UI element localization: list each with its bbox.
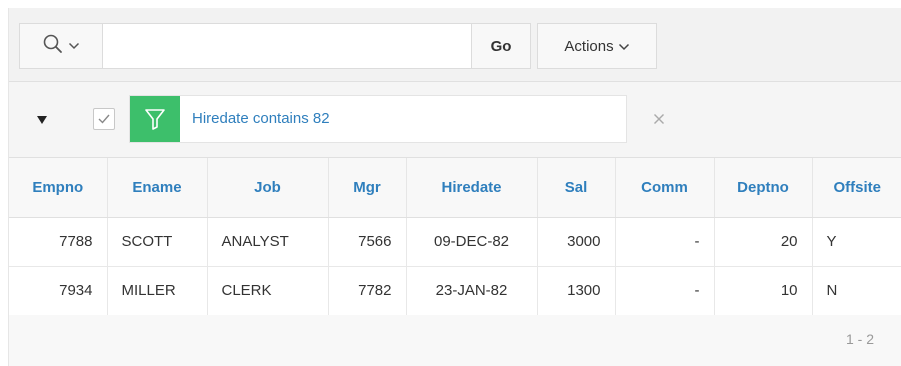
table-row: 7788 SCOTT ANALYST 7566 09-DEC-82 3000 -… bbox=[9, 217, 901, 267]
cell-hiredate: 23-JAN-82 bbox=[406, 266, 538, 316]
cell-deptno: 10 bbox=[714, 266, 813, 316]
filter-enable-checkbox[interactable] bbox=[93, 108, 115, 130]
column-header-offsite[interactable]: Offsite bbox=[812, 158, 901, 218]
collapse-toggle-icon[interactable] bbox=[35, 113, 49, 127]
filter-bar: Hiredate contains 82 bbox=[9, 82, 901, 158]
cell-empno: 7934 bbox=[9, 266, 108, 316]
column-header-ename[interactable]: Ename bbox=[107, 158, 208, 218]
cell-comm: - bbox=[615, 266, 715, 316]
chevron-down-icon bbox=[68, 37, 80, 55]
report-table: Empno Ename Job Mgr Hiredate Sal Comm De… bbox=[9, 158, 901, 316]
checkmark-icon bbox=[98, 114, 110, 124]
column-header-deptno[interactable]: Deptno bbox=[714, 158, 813, 218]
column-header-hiredate[interactable]: Hiredate bbox=[406, 158, 538, 218]
column-header-job[interactable]: Job bbox=[207, 158, 329, 218]
cell-job: CLERK bbox=[207, 266, 329, 316]
column-header-comm[interactable]: Comm bbox=[615, 158, 715, 218]
report-footer: 1 - 2 bbox=[9, 315, 901, 366]
column-header-mgr[interactable]: Mgr bbox=[328, 158, 407, 218]
cell-comm: - bbox=[615, 217, 715, 267]
interactive-report: Go Actions Hiredate contains 82 Empno En… bbox=[8, 8, 901, 366]
column-header-sal[interactable]: Sal bbox=[537, 158, 616, 218]
table-row: 7934 MILLER CLERK 7782 23-JAN-82 1300 - … bbox=[9, 266, 901, 316]
cell-offsite: Y bbox=[812, 217, 901, 267]
filter-label[interactable]: Hiredate contains 82 bbox=[192, 96, 330, 142]
cell-empno: 7788 bbox=[9, 217, 108, 267]
actions-menu-button[interactable]: Actions bbox=[537, 23, 657, 69]
cell-ename: SCOTT bbox=[107, 217, 208, 267]
cell-job: ANALYST bbox=[207, 217, 329, 267]
cell-sal: 3000 bbox=[537, 217, 616, 267]
column-header-empno[interactable]: Empno bbox=[9, 158, 108, 218]
go-button[interactable]: Go bbox=[471, 23, 531, 69]
filter-icon bbox=[130, 96, 180, 142]
filter-pill[interactable]: Hiredate contains 82 bbox=[129, 95, 627, 143]
cell-hiredate: 09-DEC-82 bbox=[406, 217, 538, 267]
cell-mgr: 7566 bbox=[328, 217, 407, 267]
cell-offsite: N bbox=[812, 266, 901, 316]
search-icon bbox=[42, 33, 64, 60]
cell-deptno: 20 bbox=[714, 217, 813, 267]
cell-mgr: 7782 bbox=[328, 266, 407, 316]
chevron-down-icon bbox=[618, 38, 630, 55]
cell-ename: MILLER bbox=[107, 266, 208, 316]
search-column-button[interactable] bbox=[19, 23, 103, 69]
actions-label: Actions bbox=[564, 37, 614, 55]
report-toolbar: Go Actions bbox=[9, 8, 901, 82]
cell-sal: 1300 bbox=[537, 266, 616, 316]
table-header-row: Empno Ename Job Mgr Hiredate Sal Comm De… bbox=[9, 158, 901, 218]
pagination-range: 1 - 2 bbox=[845, 331, 874, 347]
search-input[interactable] bbox=[103, 23, 471, 69]
close-icon[interactable] bbox=[647, 107, 671, 131]
